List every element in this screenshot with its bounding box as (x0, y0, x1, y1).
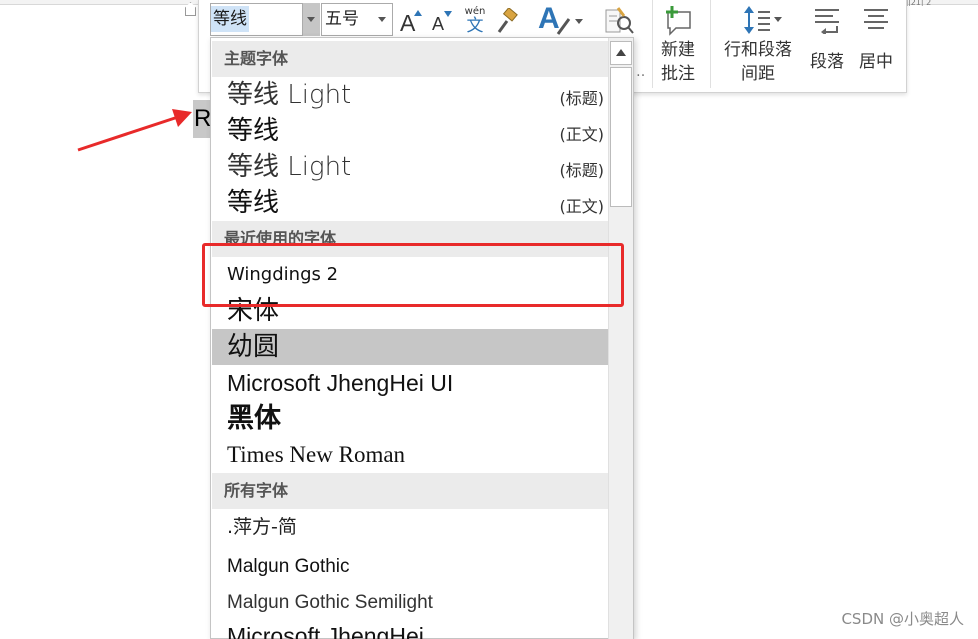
new-comment-label-1: 新建 (661, 40, 695, 60)
chevron-down-icon[interactable] (378, 17, 386, 22)
text-effects-button[interactable]: A (536, 2, 584, 38)
toolbar-divider (710, 0, 711, 88)
font-item-microsoft-jhenghei[interactable]: Microsoft JhengHei (212, 620, 608, 639)
annotation-arrow (77, 109, 192, 152)
comment-add-icon (666, 6, 691, 36)
font-item-tag: (标题) (559, 161, 605, 180)
styles-icon[interactable] (604, 6, 634, 36)
font-item-tag: (正文) (559, 197, 605, 216)
scrollbar-thumb[interactable] (610, 67, 632, 207)
font-name-value[interactable]: 等线 (211, 6, 249, 32)
line-paragraph-spacing-button[interactable]: 行和段落 间距 (716, 0, 800, 88)
phonetic-guide-button[interactable]: wén 文 (462, 6, 488, 36)
font-name-dropdown-button[interactable] (302, 3, 320, 36)
font-item-times-new-roman[interactable]: Times New Roman (212, 437, 608, 473)
phonetic-guide-icon: 文 (466, 16, 484, 36)
line-spacing-icon (744, 6, 782, 34)
shrink-font-icon: A (432, 14, 445, 34)
up-caret-icon (414, 10, 422, 16)
grow-font-button[interactable]: A (398, 6, 422, 36)
font-item-theme-heading[interactable]: 等线 Light (标题) (212, 77, 608, 113)
font-item-label: Times New Roman (227, 442, 406, 467)
font-item-malgun-gothic-semilight[interactable]: Malgun Gothic Semilight (212, 584, 608, 622)
font-item-theme-heading[interactable]: 等线 Light (标题) (212, 149, 608, 185)
paragraph-label: 段落 (810, 52, 844, 72)
font-item-youyuan[interactable]: 幼圆 (212, 329, 608, 365)
font-item-label: Microsoft JhengHei UI (227, 370, 454, 396)
line-spacing-label-2: 间距 (741, 64, 775, 84)
toolbar-divider (652, 0, 653, 88)
font-item-tag: (标题) (559, 89, 605, 108)
chevron-down-icon (307, 17, 315, 22)
font-item-theme-body[interactable]: 等线 (正文) (212, 185, 608, 221)
format-painter-icon[interactable] (494, 8, 520, 36)
down-caret-icon (444, 11, 452, 17)
ruler-right-text: |21| 2 (907, 0, 978, 6)
brush-icon (556, 18, 571, 35)
font-item-label: 等线 (227, 188, 280, 218)
watermark-text: CSDN @小奥超人 (841, 610, 964, 628)
annotation-highlight-box (202, 243, 624, 307)
line-spacing-label-1: 行和段落 (724, 40, 792, 60)
font-item-label: 黑体 (227, 403, 281, 434)
font-item-microsoft-jhenghei-ui[interactable]: Microsoft JhengHei UI (212, 365, 608, 401)
all-fonts-header: 所有字体 (212, 473, 608, 509)
center-label: 居中 (859, 52, 893, 72)
font-item-label: Microsoft JhengHei (227, 623, 424, 639)
font-size-value[interactable]: 五号 (325, 7, 359, 31)
font-item-malgun-gothic[interactable]: Malgun Gothic (212, 548, 608, 586)
font-item-pingfang[interactable]: .萍方-简 (212, 509, 608, 547)
font-item-theme-body[interactable]: 等线 (正文) (212, 113, 608, 149)
font-item-label: 等线 Light (227, 152, 352, 182)
font-item-label: 等线 Light (227, 80, 352, 110)
font-item-heiti[interactable]: 黑体 (212, 401, 608, 437)
center-button[interactable]: 居中 (852, 0, 900, 88)
scroll-up-button[interactable] (610, 41, 632, 65)
font-item-label: 等线 (227, 116, 280, 146)
font-item-label: 幼圆 (227, 332, 280, 362)
chevron-down-icon (575, 19, 583, 24)
font-item-label: Malgun Gothic Semilight (227, 592, 433, 613)
paragraph-button[interactable]: 段落 (804, 0, 850, 88)
theme-fonts-header: 主题字体 (212, 41, 608, 77)
new-comment-label-2: 批注 (661, 64, 695, 84)
paragraph-icon (815, 9, 839, 34)
triangle-up-icon (616, 49, 626, 56)
font-item-label: .萍方-简 (227, 516, 297, 538)
align-center-icon (864, 9, 888, 29)
shrink-font-button[interactable]: A (430, 6, 454, 36)
font-item-tag: (正文) (559, 125, 605, 144)
new-comment-button[interactable]: 新建 批注 (656, 0, 700, 88)
font-item-label: Malgun Gothic (227, 556, 350, 577)
more-indicator-icon: ‥ (636, 64, 646, 80)
